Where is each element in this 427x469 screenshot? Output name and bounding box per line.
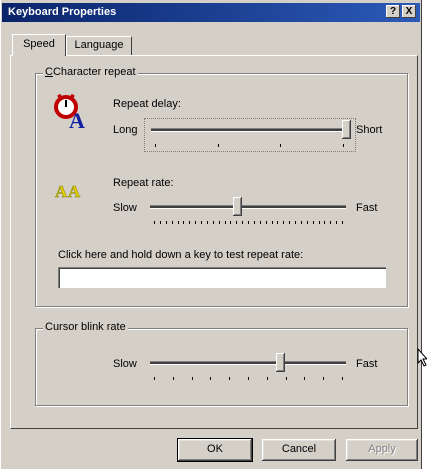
repeat-rate-label-text: Repeat rate: [113, 177, 174, 189]
repeat-rate-label: Repeat rate: [113, 177, 174, 190]
repeat-delay-ticks [155, 144, 344, 148]
repeat-rate-ticks [154, 221, 343, 225]
repeat-delay-max-label: Short [356, 124, 383, 136]
repeat-delay-label-text: Repeat delay: [113, 98, 181, 110]
slider-tick [210, 377, 211, 380]
tab-speed[interactable]: Speed [12, 34, 66, 56]
cursor-blink-thumb[interactable] [276, 353, 286, 378]
slider-tick [213, 221, 214, 224]
slider-tick [172, 221, 173, 224]
slider-tick [230, 221, 231, 224]
cursor-blink-min-label: Slow [113, 358, 137, 370]
repeat-delay-track [151, 128, 347, 132]
slider-tick [248, 221, 249, 224]
ok-button[interactable]: OK [177, 438, 253, 462]
cursor-blink-slider[interactable] [144, 352, 354, 384]
slider-tick [178, 221, 179, 224]
repeat-delay-icon: A [53, 93, 89, 133]
slider-tick [266, 221, 267, 224]
slider-tick [254, 221, 255, 224]
slider-tick [183, 221, 184, 224]
slider-tick [236, 221, 237, 224]
slider-tick [195, 221, 196, 224]
slider-tick [160, 221, 161, 224]
apply-button[interactable]: Apply [346, 439, 418, 461]
slider-tick [173, 377, 174, 380]
slider-tick [336, 221, 337, 224]
repeat-delay-label: Repeat delay: [113, 98, 181, 111]
tab-language[interactable]: Language [66, 36, 132, 55]
repeat-delay-min-label: Long [113, 124, 138, 136]
repeat-rate-icon: A A [55, 180, 89, 202]
slider-tick [313, 221, 314, 224]
slider-tick [219, 221, 220, 224]
svg-text:A: A [68, 182, 81, 200]
slider-tick [242, 221, 243, 224]
slider-tick [343, 144, 344, 147]
tab-panel-speed: CCharacter repeat A Repeat delay: Long S… [10, 55, 418, 429]
slider-tick [201, 221, 202, 224]
repeat-rate-track [150, 205, 346, 209]
slider-tick [280, 144, 281, 147]
test-repeat-label: Click here and hold down a key to test r… [58, 249, 304, 261]
slider-tick [342, 377, 343, 380]
mouse-pointer-icon [417, 347, 427, 368]
properties-window: Keyboard Properties ? X Speed Language C… [0, 0, 422, 469]
slider-tick [218, 144, 219, 147]
repeat-rate-slider[interactable] [144, 196, 354, 228]
slider-tick [277, 221, 278, 224]
slider-tick [295, 221, 296, 224]
slider-tick [289, 221, 290, 224]
slider-tick [301, 221, 302, 224]
slider-tick [267, 377, 268, 380]
close-button[interactable]: X [402, 5, 416, 18]
slider-tick [225, 221, 226, 224]
slider-tick [189, 221, 190, 224]
slider-tick [283, 221, 284, 224]
cursor-blink-max-label: Fast [356, 358, 378, 370]
repeat-rate-thumb[interactable] [233, 197, 243, 222]
slider-tick [154, 221, 155, 224]
window-title: Keyboard Properties [8, 6, 117, 18]
slider-tick [323, 377, 324, 380]
character-repeat-label-text: Character repeat [52, 66, 136, 78]
slider-tick [286, 377, 287, 380]
test-repeat-input[interactable] [58, 267, 386, 288]
slider-tick [272, 221, 273, 224]
cancel-button[interactable]: Cancel [262, 439, 336, 461]
slider-tick [207, 221, 208, 224]
slider-tick [342, 221, 343, 224]
slider-tick [154, 377, 155, 380]
character-repeat-label: CCharacter repeat [43, 66, 138, 79]
title-bar[interactable]: Keyboard Properties ? X [2, 3, 420, 22]
cursor-blink-label: Cursor blink rate [43, 321, 128, 334]
slider-tick [319, 221, 320, 224]
slider-tick [260, 221, 261, 224]
svg-text:A: A [69, 108, 85, 130]
repeat-delay-slider[interactable] [144, 118, 356, 152]
slider-tick [307, 221, 308, 224]
slider-tick [192, 377, 193, 380]
slider-tick [248, 377, 249, 380]
slider-tick [166, 221, 167, 224]
cursor-blink-ticks [154, 377, 343, 381]
repeat-delay-thumb[interactable] [342, 120, 351, 145]
cursor-blink-track [150, 361, 346, 365]
slider-tick [330, 221, 331, 224]
repeat-rate-max-label: Fast [356, 202, 378, 214]
repeat-rate-min-label: Slow [113, 202, 137, 214]
help-button[interactable]: ? [386, 5, 400, 18]
slider-tick [229, 377, 230, 380]
svg-text:A: A [55, 182, 68, 200]
slider-tick [324, 221, 325, 224]
slider-tick [155, 144, 156, 147]
slider-tick [304, 377, 305, 380]
